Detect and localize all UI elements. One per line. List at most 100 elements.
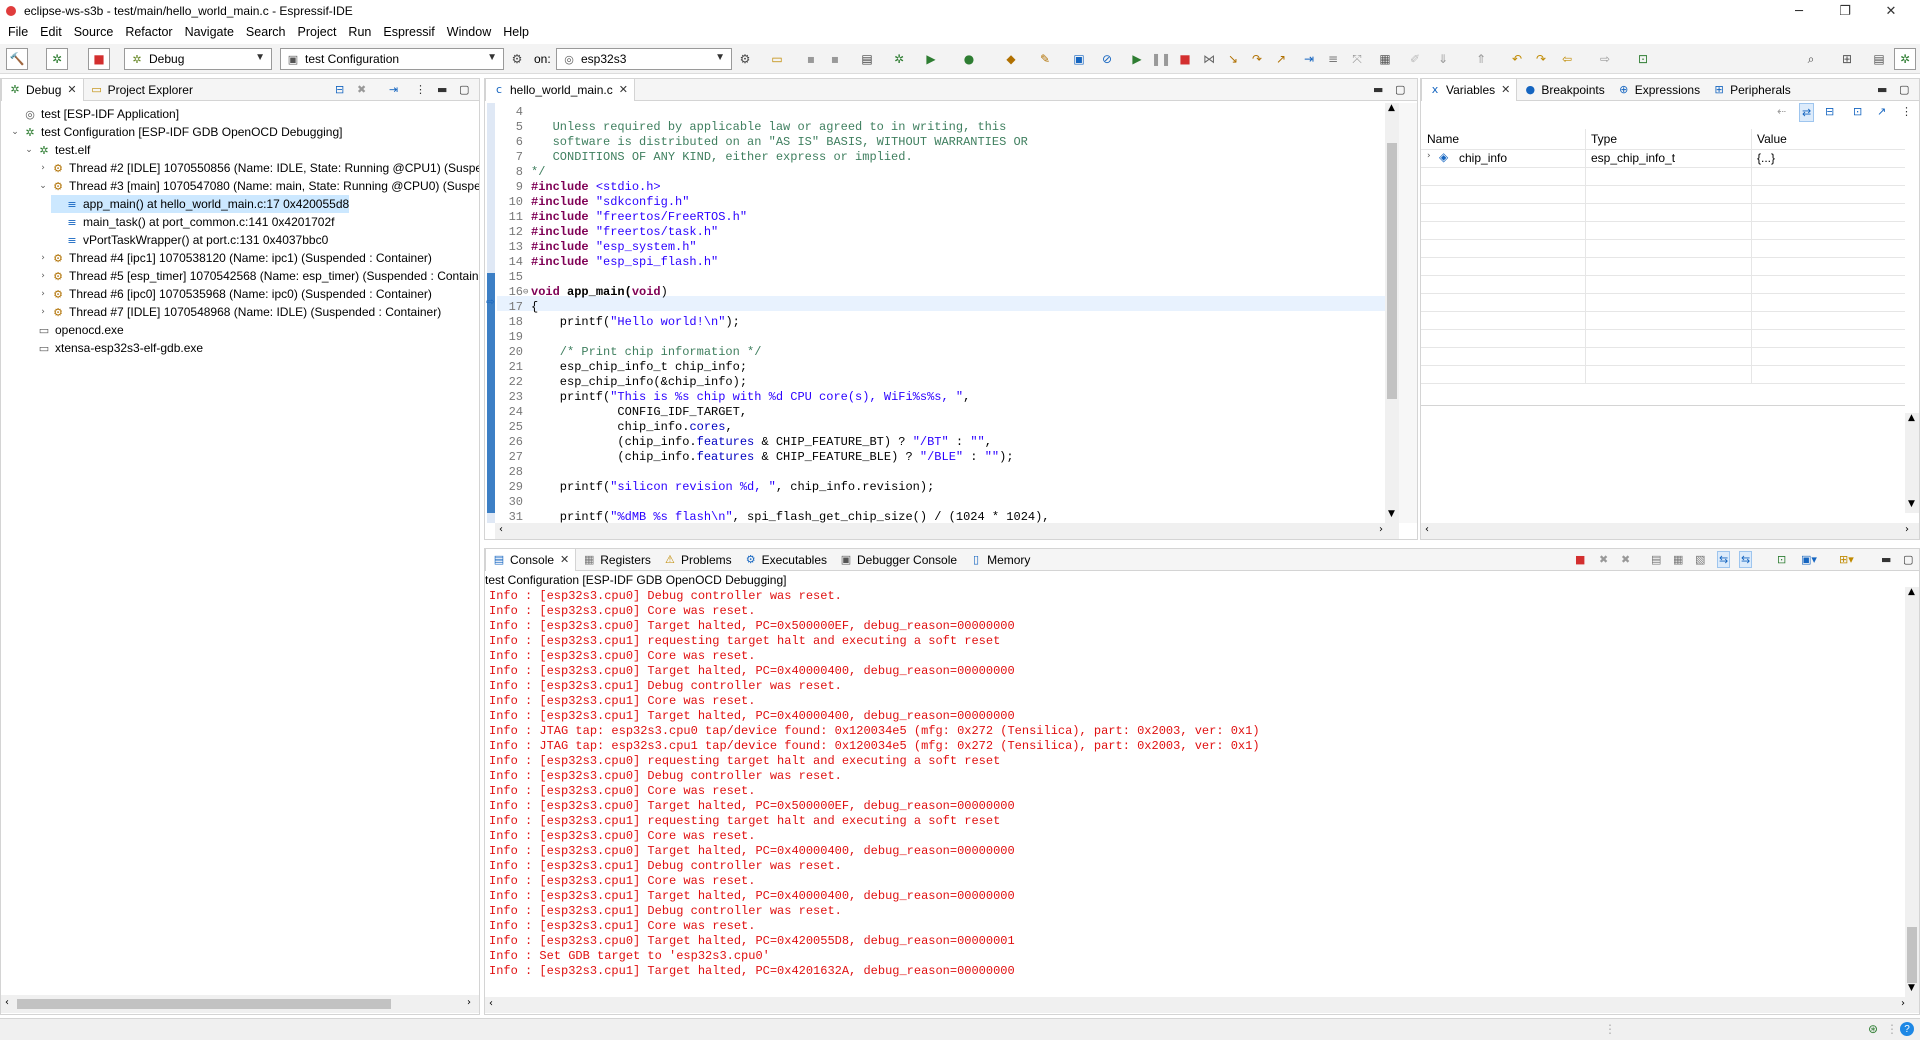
tab-registers[interactable]: ▦ Registers [576,549,657,571]
launch-mode-combo[interactable]: ✲ Debug ▼ [124,48,272,70]
column-name[interactable]: Name [1427,132,1459,146]
external-tools-icon[interactable]: ● [958,48,980,70]
scroll-down-icon[interactable]: ▼ [1908,983,1915,993]
column-value[interactable]: Value [1757,132,1787,146]
config-gear-icon[interactable]: ⚙ [506,48,528,70]
launch-mode-bug-icon[interactable]: ✲ [46,48,68,70]
remove-launch-icon[interactable]: ✖ [1599,553,1608,566]
tab-debugger-console[interactable]: ▣ Debugger Console [833,549,963,571]
menu-project[interactable]: Project [298,25,337,39]
stack-frame-item[interactable]: ≡ main_task() at port_common.c:141 0x4201… [51,213,334,231]
menu-source[interactable]: Source [74,25,114,39]
show-type-names-icon[interactable]: ⇠ [1777,105,1786,118]
chevron-down-icon[interactable]: ⌄ [37,181,49,191]
show-on-stdout-icon[interactable]: ⇆ [1717,551,1731,568]
tab-hello-world-main[interactable]: c hello_world_main.c ✕ [485,78,635,101]
chevron-right-icon[interactable]: › [37,271,49,281]
scroll-up-icon[interactable]: ▲ [1388,103,1395,113]
stop-launch-icon[interactable]: ■ [88,48,110,70]
stack-frame-item[interactable]: ≡ vPortTaskWrapper() at port.c:131 0x4037… [51,231,328,249]
maximize-view-icon[interactable]: ▢ [1903,553,1913,566]
search-tools-icon[interactable]: ✎ [1034,48,1056,70]
thread-item[interactable]: › ⚙ Thread #6 [ipc0] 1070535968 (Name: ipc… [37,285,432,303]
pin-console-icon[interactable]: ⊡ [1777,553,1786,566]
tab-peripherals[interactable]: ⊞ Peripherals [1706,79,1797,101]
word-wrap-icon[interactable]: ▧ [1695,553,1705,566]
open-type-icon[interactable]: ◆ [1000,48,1022,70]
terminate-icon[interactable]: ■ [1174,48,1196,70]
menu-navigate[interactable]: Navigate [185,25,234,39]
pen-icon[interactable]: ✐ [1404,48,1426,70]
thread-item[interactable]: › ⚙ Thread #4 [ipc1] 1070538120 (Name: ipc… [37,249,432,267]
minimize-button[interactable]: ─ [1776,0,1822,22]
debug-tree-item[interactable]: ⌄ ✲ test.elf [23,141,90,159]
variables-hscrollbar[interactable]: ‹ › [1421,523,1919,539]
maximize-view-icon[interactable]: ▢ [1395,83,1405,96]
scroll-left-icon[interactable]: ‹ [5,997,9,1008]
scroll-right-icon[interactable]: › [1905,524,1909,535]
skip-breakpoints-icon[interactable]: ⊘ [1096,48,1118,70]
menu-search[interactable]: Search [246,25,286,39]
reset-target-icon[interactable]: ▦ [1374,48,1396,70]
tab-memory[interactable]: ▯ Memory [963,549,1036,571]
close-icon[interactable]: ✕ [560,553,569,566]
add-global-variables-icon[interactable]: ⊡ [1853,105,1862,118]
chevron-right-icon[interactable]: › [37,163,49,173]
use-step-filters-icon[interactable]: ⤧ [1346,48,1368,70]
editor-vscrollbar[interactable]: ▲ ▼ [1385,103,1399,523]
scroll-lock-icon[interactable]: ▦ [1673,553,1683,566]
remove-global-icon[interactable]: ↗ [1877,105,1886,118]
console-vscroll-thumb[interactable] [1907,927,1917,983]
debug-perspective-icon[interactable]: ✲ [1894,48,1916,70]
thread-item[interactable]: ⌄ ⚙ Thread #3 [main] 1070547080 (Name: mai… [37,177,479,195]
show-on-stderr-icon[interactable]: ⇆ [1739,551,1753,568]
scroll-down-icon[interactable]: ▼ [1908,499,1915,509]
new-icon[interactable]: ▭ [766,48,788,70]
chevron-down-icon[interactable]: ⌄ [23,145,35,155]
close-icon[interactable]: ✕ [619,83,628,96]
run-icon[interactable]: ▶ [920,48,942,70]
show-logical-structure-icon[interactable]: ⇄ [1799,103,1815,122]
step-over-icon[interactable]: ↷ [1246,48,1268,70]
launch-target-combo[interactable]: ◎ esp32s3 ▼ [556,48,732,70]
open-console-icon[interactable]: ⊞▾ [1839,553,1854,566]
collapse-all-icon[interactable]: ⊟ [1825,105,1834,118]
clear-console-icon[interactable]: ▤ [1651,553,1661,566]
code-text[interactable]: 45 Unless required by applicable law or … [495,103,1395,523]
suspend-icon[interactable]: ❚❚ [1150,48,1172,70]
chevron-down-icon[interactable]: ⌄ [9,127,21,137]
step-return-icon[interactable]: ↗ [1270,48,1292,70]
tab-breakpoints[interactable]: ● Breakpoints [1517,79,1610,101]
back-icon[interactable]: ⇦ [1556,48,1578,70]
tab-problems[interactable]: ⚠ Problems [657,549,738,571]
menu-run[interactable]: Run [348,25,371,39]
menu-window[interactable]: Window [447,25,491,39]
menu-refactor[interactable]: Refactor [125,25,172,39]
disconnect-icon[interactable]: ⋈ [1198,48,1220,70]
chevron-right-icon[interactable]: › [37,253,49,263]
previous-annotation-icon[interactable]: ⇑ [1470,48,1492,70]
table-row[interactable]: › ◈ chip_info esp_chip_info_t {...} [1421,149,1905,167]
debug-tree-item[interactable]: ⌄ ✲ test Configuration [ESP-IDF GDB OpenOC… [9,123,342,141]
open-console-icon[interactable]: ▣ [1068,48,1090,70]
scroll-left-icon[interactable]: ‹ [499,524,503,535]
view-menu-icon[interactable]: ⋮ [1901,105,1912,118]
tab-expressions[interactable]: ⊕ Expressions [1611,79,1706,101]
pin-editor-icon[interactable]: ⊡ [1632,48,1654,70]
resume-icon[interactable]: ▶ [1126,48,1148,70]
target-gear-icon[interactable]: ⚙ [734,48,756,70]
close-button[interactable]: ✕ [1868,0,1914,22]
console-hscrollbar[interactable]: ‹ › [485,997,1919,1013]
stack-frame-item[interactable]: ≡ app_main() at hello_world_main.c:17 0x4… [51,195,350,213]
menu-file[interactable]: File [8,25,28,39]
menu-help[interactable]: Help [503,25,529,39]
editor-vscroll-thumb[interactable] [1387,143,1397,399]
launch-config-combo[interactable]: ▣ test Configuration ▼ [280,48,504,70]
scroll-up-icon[interactable]: ▲ [1908,587,1915,597]
scroll-right-icon[interactable]: › [467,997,471,1008]
maximize-view-icon[interactable]: ▢ [1899,83,1909,96]
debug-hscrollbar[interactable]: ‹ › [1,995,479,1013]
editor-hscrollbar[interactable]: ‹ › [495,523,1399,539]
display-console-icon[interactable]: ▣▾ [1801,553,1817,566]
scroll-left-icon[interactable]: ‹ [1425,524,1429,535]
